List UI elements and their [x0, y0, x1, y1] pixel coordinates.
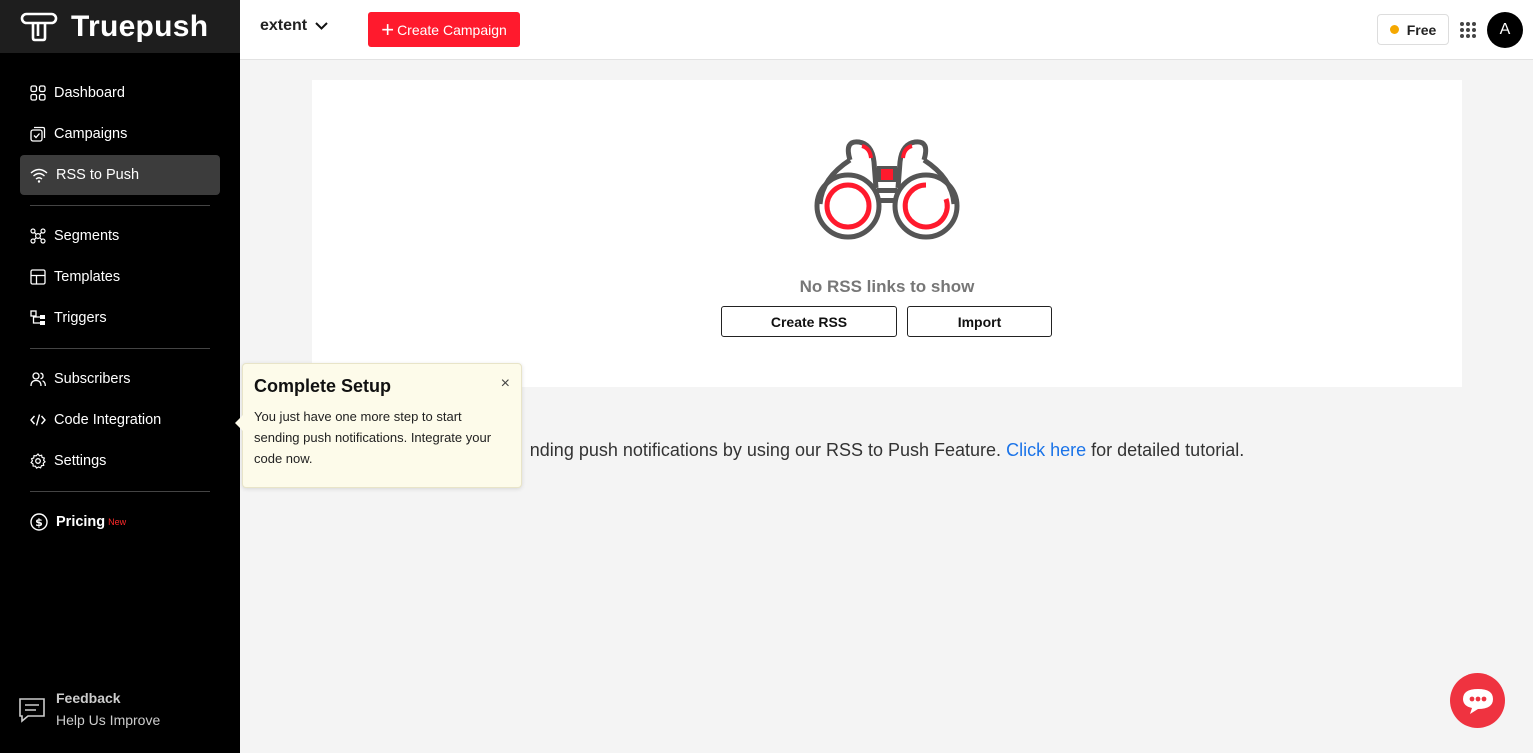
sidebar-item-rss-to-push[interactable]: RSS to Push	[20, 155, 220, 195]
sidebar-item-label: Subscribers	[54, 371, 131, 387]
sidebar-item-campaigns[interactable]: Campaigns	[20, 114, 220, 154]
sidebar: Truepush Dashboard Campaigns RSS to Push…	[0, 0, 240, 753]
sidebar-item-triggers[interactable]: Triggers	[20, 298, 220, 338]
sidebar-divider	[30, 491, 210, 492]
sidebar-item-segments[interactable]: Segments	[20, 216, 220, 256]
dollar-icon: $	[30, 513, 48, 531]
complete-setup-tooltip: Complete Setup × You just have one more …	[235, 363, 522, 488]
plan-badge[interactable]: Free	[1377, 14, 1449, 45]
empty-state-card: No RSS links to show Create RSS Import	[312, 80, 1462, 387]
create-rss-button[interactable]: Create RSS	[721, 306, 897, 337]
code-icon	[30, 414, 46, 426]
sidebar-item-label: Settings	[54, 453, 107, 469]
sidebar-item-label: Segments	[54, 228, 120, 244]
triggers-icon	[30, 310, 45, 325]
sidebar-item-subscribers[interactable]: Subscribers	[20, 359, 220, 399]
segments-icon	[30, 228, 46, 244]
sidebar-item-label: Triggers	[54, 310, 107, 326]
tutorial-link[interactable]: Click here	[1006, 440, 1086, 460]
avatar[interactable]: A	[1487, 12, 1523, 48]
sidebar-item-label: RSS to Push	[56, 167, 140, 183]
feedback-link[interactable]: Feedback Help Us Improve	[18, 690, 160, 728]
subscribers-icon	[30, 372, 46, 387]
import-button[interactable]: Import	[907, 306, 1052, 337]
brand-header[interactable]: Truepush	[0, 0, 240, 53]
sidebar-divider	[30, 205, 210, 206]
campaigns-icon	[30, 126, 46, 142]
truepush-logo-icon	[20, 12, 58, 41]
help-text-suffix: for detailed tutorial.	[1091, 440, 1245, 460]
close-icon[interactable]: ×	[501, 376, 510, 392]
sidebar-item-settings[interactable]: Settings	[20, 441, 220, 481]
tooltip-body: You just have one more step to start sen…	[254, 409, 492, 466]
chevron-down-icon	[315, 22, 328, 30]
plan-label: Free	[1406, 21, 1437, 38]
brand-name: Truepush	[71, 9, 209, 43]
apps-grid-icon[interactable]	[1459, 21, 1477, 39]
create-campaign-button[interactable]: + Create Campaign	[368, 12, 520, 47]
feedback-title: Feedback	[56, 690, 121, 706]
gear-icon	[30, 453, 46, 469]
sidebar-item-label: Dashboard	[54, 85, 125, 101]
dashboard-icon	[30, 85, 46, 101]
svg-text:$: $	[35, 516, 43, 529]
templates-icon	[30, 269, 46, 285]
project-name: extent	[260, 17, 308, 34]
chat-bubble-icon	[1462, 688, 1493, 714]
sidebar-item-pricing[interactable]: $ Pricing New	[20, 502, 220, 542]
help-text-prefix: nding push notifications by using our RS…	[529, 440, 1002, 460]
project-selector[interactable]: extent	[260, 17, 328, 35]
sidebar-item-label: Pricing	[56, 514, 106, 530]
sidebar-item-code-integration[interactable]: Code Integration	[20, 400, 220, 440]
create-campaign-label: Create Campaign	[397, 21, 507, 38]
plan-status-dot	[1389, 25, 1399, 34]
rss-icon	[30, 168, 48, 183]
new-badge: New	[108, 517, 127, 527]
tooltip-arrow	[235, 415, 243, 431]
tooltip-title: Complete Setup	[254, 376, 392, 396]
topbar: extent + Create Campaign Free A	[240, 0, 1533, 60]
chat-button[interactable]	[1450, 673, 1505, 728]
sidebar-item-dashboard[interactable]: Dashboard	[20, 73, 220, 113]
sidebar-item-label: Campaigns	[54, 126, 128, 142]
feedback-icon	[19, 698, 45, 723]
sidebar-divider	[30, 348, 210, 349]
plus-icon: +	[381, 16, 395, 42]
binoculars-icon	[814, 139, 960, 240]
sidebar-item-label: Templates	[54, 269, 121, 285]
sidebar-nav: Dashboard Campaigns RSS to Push Segments…	[20, 73, 220, 543]
sidebar-item-label: Code Integration	[54, 412, 162, 428]
empty-state-text: No RSS links to show	[799, 277, 975, 296]
feedback-subtitle: Help Us Improve	[56, 712, 161, 728]
sidebar-item-templates[interactable]: Templates	[20, 257, 220, 297]
